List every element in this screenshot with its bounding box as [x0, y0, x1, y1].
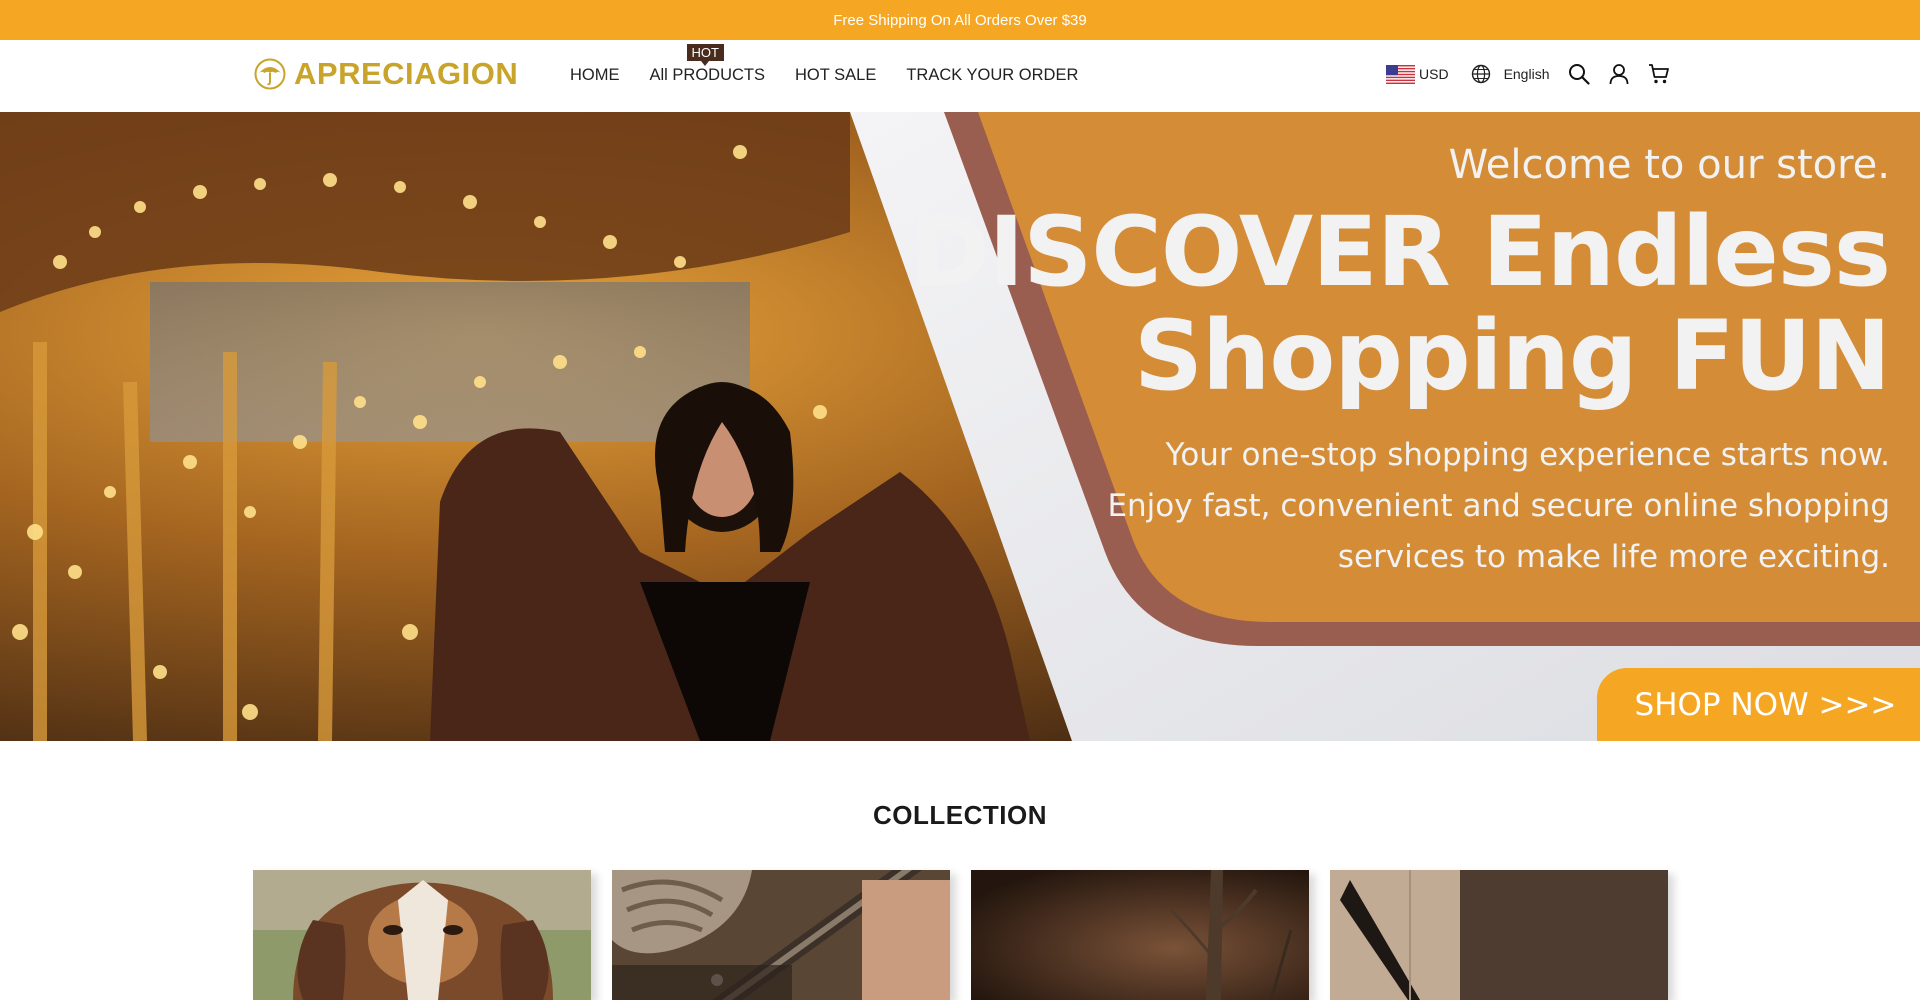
nav-item-all-products[interactable]: HOT All PRODUCTS — [649, 44, 766, 85]
logo-text: APRECIAGION — [294, 56, 519, 91]
nav-item-hot-sale[interactable]: HOT SALE — [795, 66, 876, 85]
announcement-bar: Free Shipping On All Orders Over $39 — [0, 0, 1920, 40]
announcement-text: Free Shipping On All Orders Over $39 — [833, 11, 1087, 29]
cart-icon[interactable] — [1647, 62, 1671, 86]
search-icon[interactable] — [1567, 62, 1591, 86]
decor-image — [971, 870, 1309, 1000]
hot-badge: HOT — [686, 44, 724, 66]
furniture-image — [1330, 870, 1668, 1000]
collection-card-dog[interactable] — [253, 870, 591, 1000]
umbrella-icon — [254, 58, 286, 90]
hero-welcome: Welcome to our store. — [1448, 142, 1890, 188]
collection-cards — [253, 870, 1689, 1000]
hero-sub-line3: services to make life more exciting. — [1337, 539, 1890, 575]
globe-icon — [1471, 64, 1490, 84]
hero-subtext: Your one-stop shopping experience starts… — [1107, 430, 1890, 583]
main-nav: HOME HOT All PRODUCTS HOT SALE TRACK YOU… — [570, 44, 1108, 85]
hero-headline-line1: DISCOVER Endless — [909, 196, 1891, 308]
language-label: English — [1503, 66, 1550, 82]
collection-title: COLLECTION — [873, 800, 1047, 830]
logo[interactable]: APRECIAGION — [254, 56, 518, 92]
tools-image — [612, 870, 950, 1000]
hero-banner[interactable]: Welcome to our store. DISCOVER Endless S… — [0, 112, 1920, 741]
nav-item-track-order[interactable]: TRACK YOUR ORDER — [906, 66, 1078, 85]
us-flag-icon — [1386, 64, 1415, 84]
dog-image — [253, 870, 591, 1000]
hero-sub-line1: Your one-stop shopping experience starts… — [1165, 437, 1890, 473]
header-utilities: USD English — [1386, 62, 1687, 86]
nav-label: HOT SALE — [795, 66, 877, 84]
currency-label: USD — [1419, 66, 1449, 82]
shop-now-button[interactable]: SHOP NOW >>> — [1597, 668, 1920, 741]
language-selector[interactable]: English — [1471, 64, 1550, 84]
nav-label: All PRODUCTS — [649, 66, 766, 84]
nav-label: HOME — [570, 66, 620, 84]
nav-item-home[interactable]: HOME — [570, 66, 620, 85]
site-header: APRECIAGION HOME HOT All PRODUCTS HOT SA… — [0, 40, 1920, 112]
hero-headline: DISCOVER Endless Shopping FUN — [909, 196, 1891, 412]
account-icon[interactable] — [1607, 62, 1631, 86]
hero-sub-line2: Enjoy fast, convenient and secure online… — [1107, 488, 1890, 524]
collection-card-tools[interactable] — [612, 870, 950, 1000]
collection-card-furniture[interactable] — [1330, 870, 1668, 1000]
hero-headline-line2: Shopping FUN — [1133, 300, 1891, 412]
nav-label: TRACK YOUR ORDER — [906, 66, 1079, 84]
currency-selector[interactable]: USD — [1386, 64, 1449, 84]
collection-card-decor[interactable] — [971, 870, 1309, 1000]
